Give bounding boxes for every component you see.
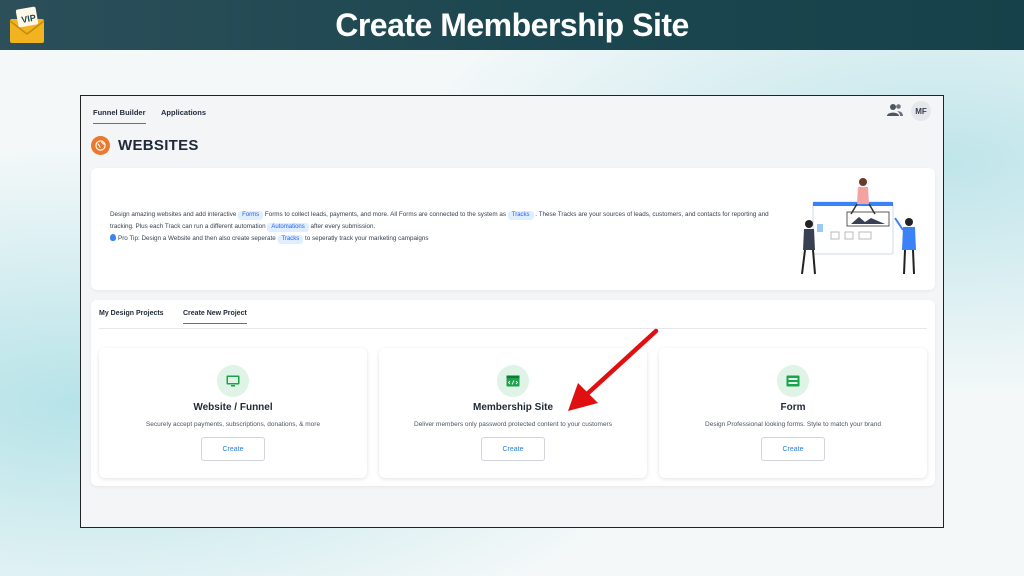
- option-description: Design Professional looking forms. Style…: [705, 421, 881, 428]
- automations-chip[interactable]: Automations: [267, 223, 309, 232]
- app-screenshot: Funnel Builder Applications MF WEBSITES …: [80, 95, 944, 528]
- nav-tab-funnel-builder[interactable]: Funnel Builder: [93, 108, 146, 124]
- top-nav: Funnel Builder Applications MF: [81, 96, 943, 126]
- pro-tip-text: Pro Tip: Design a Website and then also …: [118, 235, 276, 242]
- intro-text-part: Forms to collect leads, payments, and mo…: [264, 211, 506, 218]
- red-arrow-annotation: [568, 328, 659, 411]
- title-banner: VIP Create Membership Site: [0, 0, 1024, 50]
- tab-create-new-project[interactable]: Create New Project: [183, 310, 247, 324]
- create-form-button[interactable]: Create: [761, 437, 825, 461]
- pro-tip-text: to seperatly track your marketing campai…: [305, 235, 429, 242]
- option-description: Deliver members only password protected …: [414, 421, 612, 428]
- projects-card: My Design Projects Create New Project We…: [91, 300, 935, 486]
- create-membership-button[interactable]: Create: [481, 437, 545, 461]
- intro-text-part: after every submission.: [310, 223, 376, 230]
- page-title: WEBSITES: [118, 137, 199, 154]
- option-title: Form: [780, 402, 806, 413]
- code-window-icon: [497, 365, 529, 397]
- create-website-button[interactable]: Create: [201, 437, 265, 461]
- tabs-divider: [99, 328, 927, 329]
- globe-icon: [91, 136, 110, 155]
- form-icon: [777, 365, 809, 397]
- option-card-website-funnel[interactable]: Website / Funnel Securely accept payment…: [99, 348, 367, 478]
- page-header: WEBSITES: [91, 136, 199, 155]
- intro-text: Design amazing websites and add interact…: [110, 209, 790, 245]
- user-avatar[interactable]: MF: [911, 101, 931, 121]
- option-description: Securely accept payments, subscriptions,…: [145, 421, 321, 428]
- intro-card: Design amazing websites and add interact…: [91, 168, 935, 290]
- tab-my-design-projects[interactable]: My Design Projects: [99, 310, 164, 317]
- banner-title: Create Membership Site: [335, 6, 689, 43]
- nav-tab-applications[interactable]: Applications: [161, 108, 206, 117]
- forms-chip[interactable]: Forms: [238, 211, 264, 220]
- website-builder-illustration: [801, 178, 916, 275]
- tracks-chip[interactable]: Tracks: [277, 235, 304, 244]
- vip-envelope-logo: VIP: [9, 6, 45, 43]
- lightbulb-icon: [110, 234, 116, 241]
- intro-text-part: Design amazing websites and add interact…: [110, 211, 237, 218]
- option-title: Website / Funnel: [193, 402, 273, 413]
- tracks-chip[interactable]: Tracks: [507, 211, 534, 220]
- option-card-form[interactable]: Form Design Professional looking forms. …: [659, 348, 927, 478]
- team-icon[interactable]: [887, 103, 903, 117]
- monitor-icon: [217, 365, 249, 397]
